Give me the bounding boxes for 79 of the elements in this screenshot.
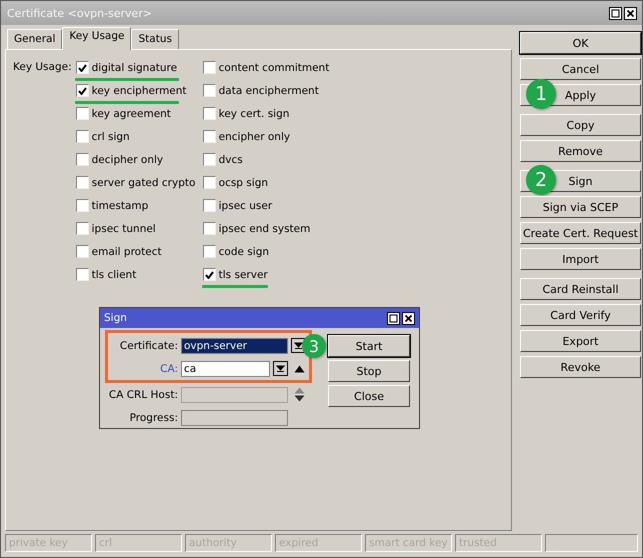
window-title: Certificate <ovpn-server> (7, 6, 152, 20)
up-down-arrows-icon[interactable] (294, 387, 305, 402)
button[interactable]: Card Verify (520, 304, 641, 326)
button[interactable]: Revoke (520, 356, 641, 378)
checkbox[interactable] (76, 107, 89, 120)
button[interactable]: Copy (520, 114, 641, 136)
checkbox-label: digital signature (92, 62, 178, 74)
checkbox-label: tls server (218, 268, 268, 280)
button[interactable]: Start (328, 335, 410, 357)
button[interactable]: Import (520, 248, 641, 270)
field-label: Certificate: (118, 340, 178, 352)
button[interactable]: Sign via SCEP (520, 196, 641, 218)
checkbox[interactable] (76, 153, 89, 166)
button[interactable]: Create Cert. Request (520, 222, 641, 244)
checkbox-label: decipher only (92, 154, 164, 166)
checkbox-label: ocsp sign (218, 176, 268, 188)
checkbox-label: key agreement (92, 108, 171, 120)
checkbox-label: timestamp (92, 200, 148, 212)
checkbox[interactable] (76, 268, 89, 281)
checkbox-label: email protect (92, 246, 162, 258)
field-label: CA CRL Host: (108, 388, 178, 400)
checkbox-label: dvcs (218, 154, 243, 166)
checkbox[interactable] (76, 61, 89, 74)
up-arrow-icon[interactable] (294, 364, 305, 372)
checkbox[interactable] (202, 61, 216, 74)
checkbox-label: ipsec tunnel (92, 222, 156, 234)
step-callout: 2 (526, 165, 556, 195)
tab[interactable]: Key Usage (62, 27, 132, 50)
dialog-title: Sign (104, 312, 127, 324)
button[interactable]: Card Reinstall (520, 278, 641, 300)
button[interactable]: OK (520, 32, 641, 54)
dropdown-field[interactable]: ca (181, 360, 270, 376)
tab[interactable]: Status (131, 29, 179, 49)
checkbox[interactable] (202, 222, 216, 235)
field-label: Progress: (128, 412, 178, 424)
tab[interactable]: General (7, 29, 62, 49)
key-usage-label: Key Usage: (13, 60, 72, 75)
checkbox-label: content commitment (218, 62, 330, 74)
checkbox[interactable] (76, 245, 89, 258)
button[interactable]: Stop (328, 360, 410, 382)
checkbox-label: key encipherment (92, 84, 187, 96)
checkbox-label: tls client (92, 268, 136, 280)
field-label: CA: (159, 362, 178, 374)
checkbox[interactable] (202, 107, 216, 120)
dropdown-icon[interactable] (273, 361, 288, 376)
checkbox-label: data encipherment (218, 84, 319, 96)
checkbox[interactable] (202, 153, 216, 166)
check-icon[interactable] (78, 86, 87, 94)
maximize-icon[interactable] (387, 312, 400, 324)
checkbox[interactable] (202, 245, 216, 258)
checkbox[interactable] (202, 84, 216, 97)
checkbox-label: key cert. sign (218, 108, 290, 120)
button[interactable]: Remove (520, 140, 641, 162)
step-callout: 3 (302, 334, 326, 358)
maximize-icon[interactable] (609, 6, 622, 20)
checkbox[interactable] (76, 176, 89, 189)
checkbox[interactable] (76, 222, 89, 235)
checkbox-label: ipsec end system (218, 222, 310, 234)
checkbox-label: server gated crypto (92, 176, 196, 188)
checkbox-label: code sign (218, 246, 270, 258)
checkbox[interactable] (76, 84, 89, 97)
checkbox[interactable] (202, 268, 216, 281)
dropdown-field[interactable]: ovpn-server (181, 338, 288, 354)
checkbox[interactable] (202, 130, 216, 143)
close-icon[interactable] (402, 312, 415, 324)
check-icon[interactable] (204, 270, 214, 278)
step-callout: 1 (526, 79, 556, 109)
button[interactable]: Close (328, 385, 410, 407)
button[interactable]: Cancel (520, 58, 641, 80)
close-icon[interactable] (624, 6, 637, 20)
checkbox[interactable] (76, 199, 89, 212)
checkbox-label: ipsec user (218, 200, 272, 212)
check-icon[interactable] (78, 64, 87, 72)
checkbox[interactable] (202, 199, 216, 212)
checkbox[interactable] (76, 130, 89, 143)
checkbox-label: crl sign (92, 130, 130, 142)
button[interactable]: Export (520, 330, 641, 352)
checkbox[interactable] (202, 176, 216, 189)
checkbox-label: encipher only (218, 130, 290, 142)
